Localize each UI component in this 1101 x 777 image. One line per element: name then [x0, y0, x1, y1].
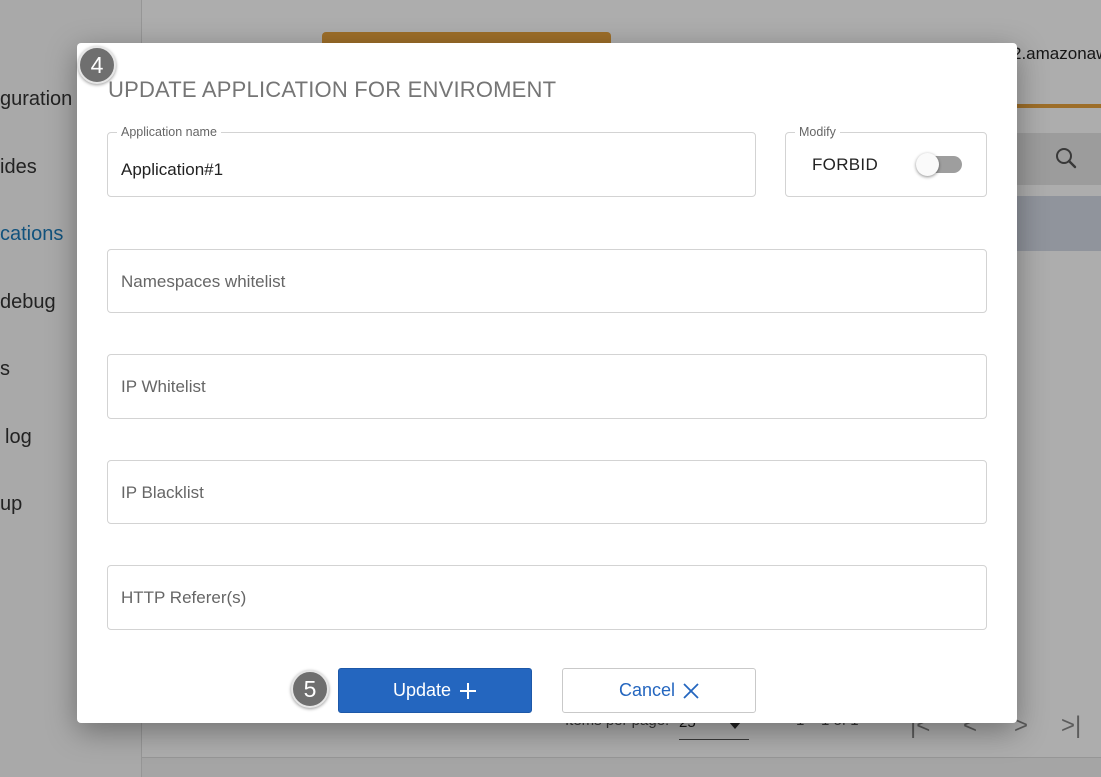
application-name-label: Application name — [117, 125, 221, 139]
step-badge-4: 4 — [78, 46, 116, 84]
modify-field: Modify FORBID — [785, 125, 987, 197]
modify-label: Modify — [795, 125, 840, 139]
cancel-button[interactable]: Cancel — [562, 668, 756, 713]
plus-icon — [460, 682, 477, 699]
update-button[interactable]: Update — [338, 668, 532, 713]
modify-toggle-text: FORBID — [812, 155, 879, 174]
close-icon — [683, 682, 699, 699]
update-application-dialog: UPDATE APPLICATION FOR ENVIROMENT Applic… — [77, 43, 1017, 723]
ip-whitelist-placeholder: IP Whitelist — [121, 377, 206, 396]
ip-blacklist-field[interactable]: IP Blacklist — [107, 460, 987, 524]
ip-whitelist-field[interactable]: IP Whitelist — [107, 354, 987, 419]
modify-toggle[interactable] — [916, 153, 962, 176]
cancel-button-label: Cancel — [618, 680, 676, 700]
namespaces-whitelist-field[interactable]: Namespaces whitelist — [107, 249, 987, 313]
application-name-field[interactable]: Application name Application#1 — [107, 125, 756, 197]
step-badge-5: 5 — [291, 670, 329, 708]
http-referers-field[interactable]: HTTP Referer(s) — [107, 565, 987, 630]
http-referers-placeholder: HTTP Referer(s) — [121, 588, 247, 607]
application-name-value[interactable]: Application#1 — [121, 160, 223, 180]
update-button-label: Update — [392, 680, 452, 700]
namespaces-whitelist-placeholder: Namespaces whitelist — [121, 272, 286, 291]
toggle-thumb[interactable] — [916, 153, 939, 176]
ip-blacklist-placeholder: IP Blacklist — [121, 483, 204, 502]
dialog-title: UPDATE APPLICATION FOR ENVIROMENT — [108, 77, 557, 102]
